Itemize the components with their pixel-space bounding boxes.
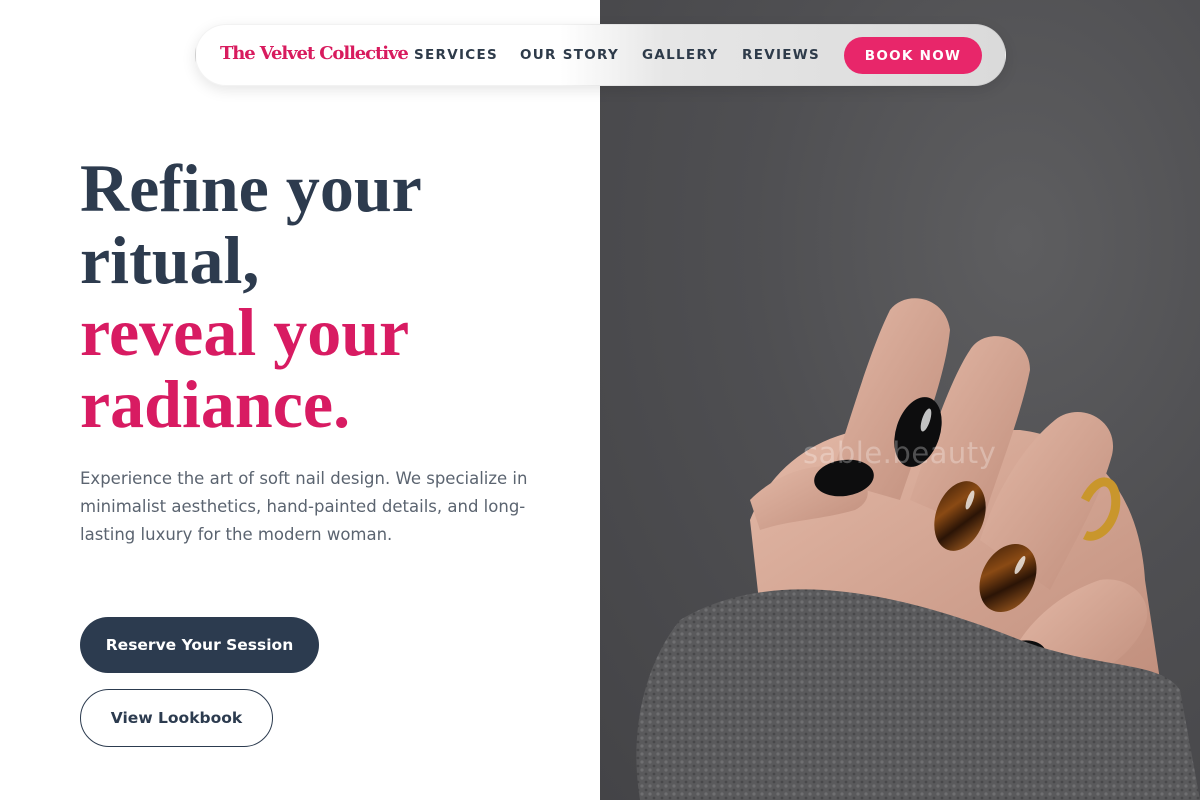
hero-headline: Refine your ritual, reveal your radiance… — [80, 152, 560, 440]
hero-description: Experience the art of soft nail design. … — [80, 469, 528, 544]
brand-logo[interactable]: The Velvet Collective — [220, 43, 409, 64]
view-lookbook-button[interactable]: View Lookbook — [80, 689, 273, 747]
nav-link-our-story[interactable]: OUR STORY — [520, 47, 619, 63]
hero-photo: sable.beauty — [600, 0, 1200, 800]
reserve-session-button[interactable]: Reserve Your Session — [80, 617, 319, 673]
headline-line: Refine your — [80, 150, 422, 226]
headline-line: ritual, — [80, 222, 260, 298]
nav-link-reviews[interactable]: REVIEWS — [742, 47, 820, 63]
book-now-button[interactable]: BOOK NOW — [844, 37, 982, 74]
hand-nails-illustration — [636, 298, 1200, 800]
top-navbar: The Velvet Collective SERVICES OUR STORY… — [195, 24, 1006, 86]
headline-accent-line: radiance. — [80, 366, 351, 442]
nav-link-services[interactable]: SERVICES — [414, 47, 498, 63]
nav-link-gallery[interactable]: GALLERY — [642, 47, 719, 63]
headline-accent-line: reveal your — [80, 294, 410, 370]
photo-watermark: sable.beauty — [803, 436, 997, 470]
